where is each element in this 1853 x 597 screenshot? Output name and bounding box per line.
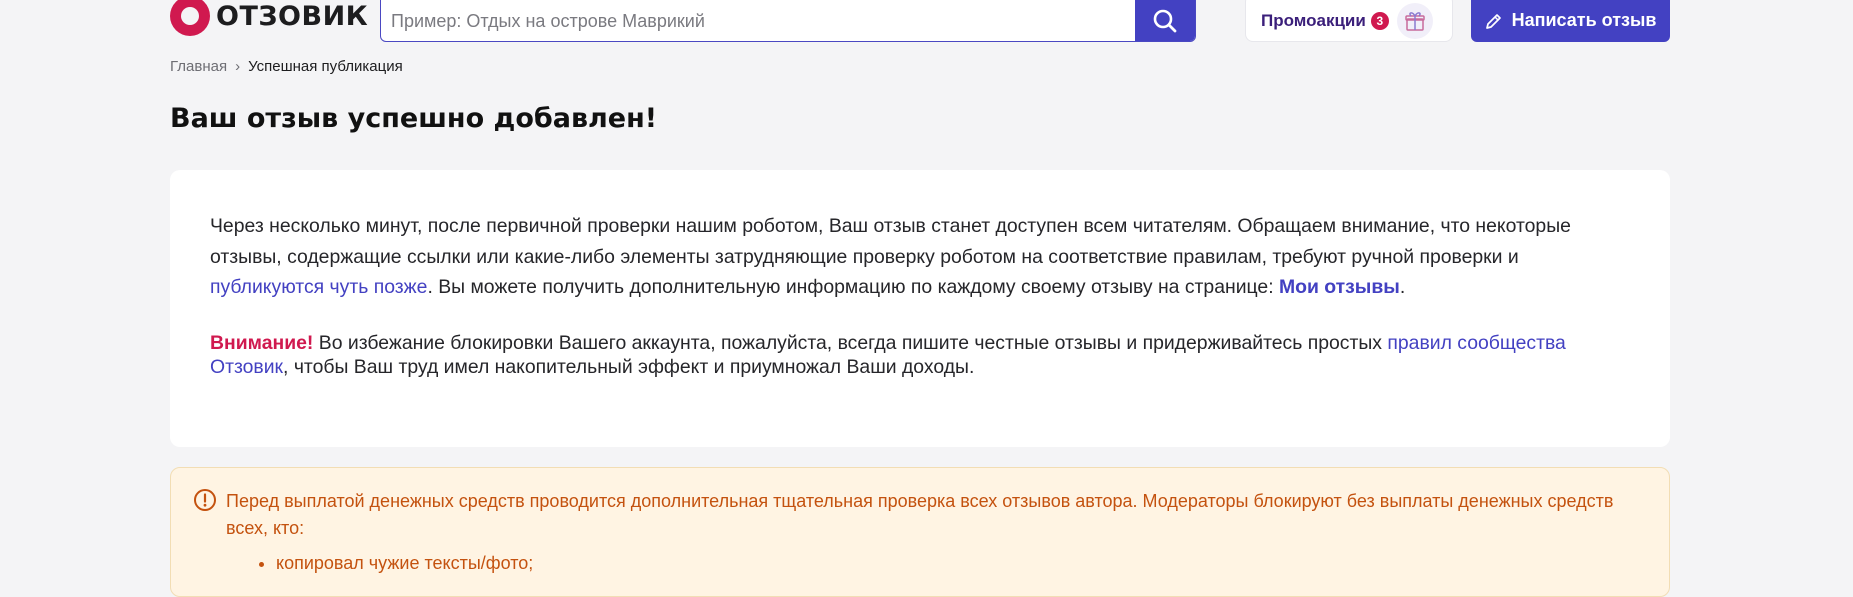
- info-paragraph: Через несколько минут, после первичной п…: [210, 211, 1630, 303]
- page-title: Ваш отзыв успешно добавлен!: [170, 103, 658, 134]
- breadcrumb-home-link[interactable]: Главная: [170, 58, 227, 75]
- site-logo[interactable]: ОТЗОВИК: [170, 0, 368, 40]
- payout-warning-box: Перед выплатой денежных средств проводит…: [170, 467, 1670, 597]
- attention-label: Внимание!: [210, 331, 314, 354]
- list-item: копировал чужие тексты/фото;: [276, 550, 1629, 577]
- site-header: ОТЗОВИК Промоакции 3: [170, 0, 1670, 44]
- promo-button[interactable]: Промоакции 3: [1245, 0, 1453, 42]
- success-info-card: Через несколько минут, после первичной п…: [170, 170, 1670, 447]
- breadcrumb: Главная › Успешная публикация: [170, 58, 403, 75]
- page-container: ОТЗОВИК Промоакции 3: [170, 0, 1670, 597]
- warning-text: Перед выплатой денежных средств проводит…: [226, 491, 1614, 538]
- write-review-button[interactable]: Написать отзыв: [1471, 0, 1670, 42]
- search-icon: [1153, 9, 1177, 32]
- search-button[interactable]: [1135, 0, 1195, 41]
- promo-label: Промоакции: [1261, 11, 1366, 30]
- info-text: .: [1399, 276, 1406, 298]
- my-reviews-link[interactable]: Мои отзывы: [1279, 276, 1400, 298]
- write-review-label: Написать отзыв: [1511, 10, 1657, 30]
- logo-icon: [170, 0, 210, 36]
- published-later-link[interactable]: публикуются чуть позже: [210, 276, 427, 298]
- logo-text: ОТЗОВИК: [216, 0, 369, 32]
- exclamation-circle-icon: [194, 489, 216, 511]
- attention-text: Во избежание блокировки Вашего аккаунта,…: [313, 331, 1388, 354]
- breadcrumb-current: Успешная публикация: [248, 58, 403, 75]
- promo-count-badge: 3: [1370, 12, 1389, 30]
- breadcrumb-separator: ›: [235, 58, 241, 75]
- info-text: . Вы можете получить дополнительную инфо…: [427, 276, 1279, 298]
- search-bar: [380, 0, 1196, 42]
- attention-paragraph: Внимание! Во избежание блокировки Вашего…: [210, 331, 1630, 380]
- attention-text: , чтобы Ваш труд имел накопительный эффе…: [283, 356, 975, 378]
- pencil-icon: [1485, 13, 1501, 29]
- warning-list: копировал чужие тексты/фото;: [226, 550, 1629, 577]
- info-text: Через несколько минут, после первичной п…: [210, 215, 1571, 268]
- search-input[interactable]: [381, 0, 1135, 41]
- gift-icon: [1396, 3, 1433, 39]
